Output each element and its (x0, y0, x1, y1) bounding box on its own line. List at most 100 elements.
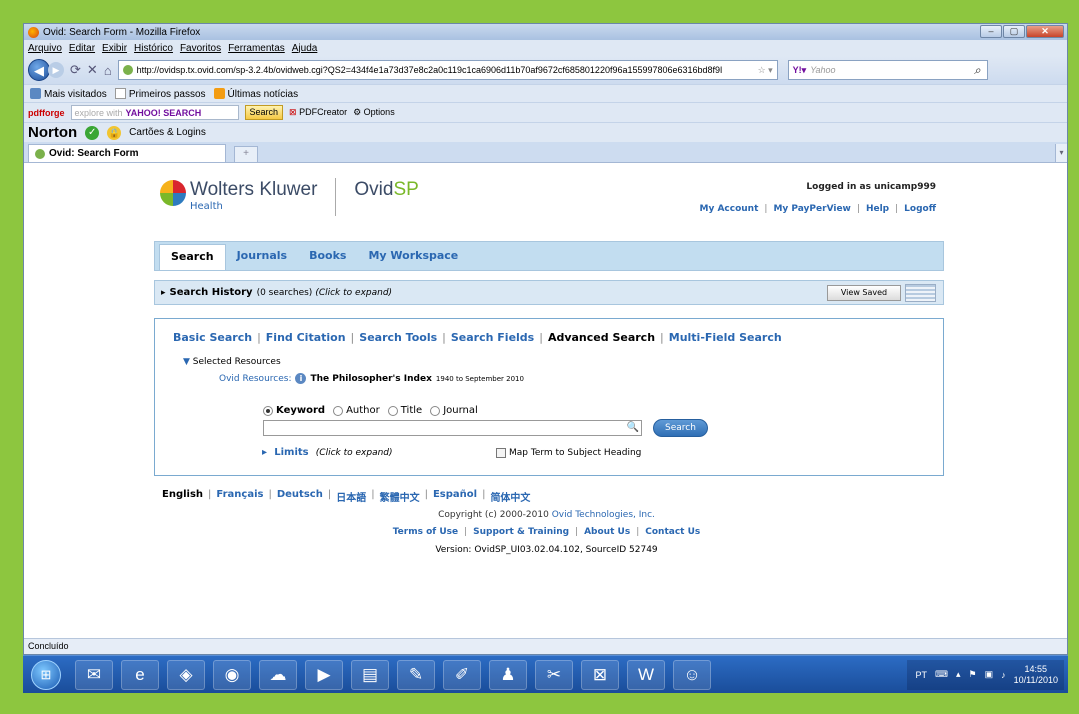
checkbox-box[interactable] (496, 448, 506, 458)
start-button[interactable]: ⊞ (31, 659, 61, 690)
taskbar-chat-icon[interactable]: ☁ (259, 659, 297, 690)
taskbar-media-icon[interactable]: ▶ (305, 659, 343, 690)
bookmark-ultimas-noticias[interactable]: Últimas notícias (213, 87, 298, 100)
flag-icon[interactable]: ⚑ (969, 669, 977, 680)
taskbar-ie-icon[interactable]: e (121, 659, 159, 690)
menu-editar[interactable]: Editar (69, 43, 95, 54)
url-bar[interactable]: http://ovidsp.tx.ovid.com/sp-3.2.4b/ovid… (117, 60, 778, 80)
taskbar-pdf-icon[interactable]: ⊠ (581, 659, 619, 690)
tab-ovid-search-form[interactable]: Ovid: Search Form (28, 144, 226, 162)
volume-icon[interactable]: ♪ (1001, 670, 1006, 680)
tab-search-fields[interactable]: Search Fields (451, 331, 534, 344)
pdfcreator-button[interactable]: ⊠ PDFCreator (289, 107, 347, 118)
stop-icon[interactable]: ✕ (87, 62, 98, 78)
tab-multi-field-search[interactable]: Multi-Field Search (669, 331, 782, 344)
lang-francais[interactable]: Français (216, 489, 263, 504)
browser-search-box[interactable]: Y!▾ Yahoo ⌕ (787, 60, 988, 80)
help-link[interactable]: Help (866, 204, 889, 214)
network-icon[interactable]: ▣ (985, 669, 994, 680)
nav-books[interactable]: Books (298, 244, 357, 270)
info-icon[interactable]: i (295, 373, 307, 384)
limits-toggle[interactable]: ▸ Limits (Click to expand) (262, 447, 393, 458)
radio-keyword[interactable]: Keyword (263, 405, 325, 416)
about-us-link[interactable]: About Us (584, 527, 630, 537)
show-hidden-icon[interactable]: ▴ (956, 669, 961, 680)
ovid-technologies-link[interactable]: Ovid Technologies, Inc. (552, 510, 655, 520)
my-payperview-link[interactable]: My PayPerView (773, 204, 850, 214)
reload-icon[interactable]: ⟳ (70, 62, 81, 78)
tab-advanced-search[interactable]: Advanced Search (548, 331, 655, 344)
tab-find-citation[interactable]: Find Citation (266, 331, 346, 344)
support-training-link[interactable]: Support & Training (473, 527, 569, 537)
lang-deutsch[interactable]: Deutsch (277, 489, 323, 504)
lang-japanese[interactable]: 日本語 (336, 489, 366, 504)
my-account-link[interactable]: My Account (700, 204, 759, 214)
tab-search-tools[interactable]: Search Tools (359, 331, 437, 344)
taskbar-tool-icon[interactable]: ✂ (535, 659, 573, 690)
norton-check-icon[interactable]: ✓ (85, 125, 100, 140)
map-term-checkbox[interactable]: Map Term to Subject Heading (496, 448, 641, 458)
search-input[interactable]: 🔍 (263, 420, 642, 436)
taskbar-messenger-icon[interactable]: ♟ (489, 659, 527, 690)
taskbar-outlook-icon[interactable]: ✉ (75, 659, 113, 690)
bookmark-star-icon[interactable]: ☆ ▾ (754, 65, 777, 76)
lang-simplified-chinese[interactable]: 简体中文 (490, 489, 530, 504)
keyboard-icon[interactable]: ⌨ (935, 669, 948, 680)
taskbar-app-icon[interactable]: ◈ (167, 659, 205, 690)
logoff-link[interactable]: Logoff (904, 204, 936, 214)
taskbar-word-icon[interactable]: W (627, 659, 665, 690)
yahoo-search-input[interactable]: explore with YAHOO! SEARCH (70, 105, 239, 120)
yahoo-search-button[interactable]: Search (244, 105, 284, 120)
taskbar-folder-icon[interactable]: ▤ (351, 659, 389, 690)
tab-basic-search[interactable]: Basic Search (173, 331, 252, 344)
cartoes-logins[interactable]: Cartões & Logins (129, 127, 206, 138)
clock[interactable]: 14:55 10/11/2010 (1014, 664, 1058, 686)
search-history-bar[interactable]: ▸ Search History (0 searches) (Click to … (154, 280, 944, 305)
radio-journal[interactable]: Journal (430, 405, 478, 416)
bookmark-mais-visitados[interactable]: Mais visitados (30, 87, 107, 100)
menu-arquivo[interactable]: Arquivo (28, 43, 62, 54)
options-button[interactable]: ⚙ Options (353, 107, 395, 118)
grid-toggle-icon[interactable] (905, 284, 936, 302)
tab-list-arrow-icon[interactable]: ▾ (1055, 144, 1067, 162)
close-button[interactable]: ✕ (1026, 25, 1064, 38)
nav-my-workspace[interactable]: My Workspace (357, 244, 469, 270)
search-icon[interactable]: ⌕ (974, 63, 981, 78)
search-button[interactable]: Search (653, 419, 708, 437)
lang-english[interactable]: English (162, 489, 203, 504)
nav-search[interactable]: Search (159, 244, 226, 270)
new-tab-button[interactable]: + (234, 146, 258, 162)
radio-author[interactable]: Author (333, 405, 380, 416)
norton-logo[interactable]: Norton (28, 124, 77, 141)
bookmark-primeiros-passos[interactable]: Primeiros passos (114, 87, 206, 100)
lang-espanol[interactable]: Español (433, 489, 477, 504)
view-saved-button[interactable]: View Saved (827, 285, 901, 301)
taskbar-users-icon[interactable]: ☺ (673, 659, 711, 690)
status-bar: Concluído (24, 638, 1067, 654)
contact-us-link[interactable]: Contact Us (645, 527, 700, 537)
radio-title[interactable]: Title (387, 405, 422, 416)
nav-journals[interactable]: Journals (226, 244, 298, 270)
selected-resources[interactable]: ▼ Selected Resources (183, 357, 281, 367)
lang-traditional-chinese[interactable]: 繁體中文 (380, 489, 420, 504)
home-icon[interactable]: ⌂ (104, 63, 112, 78)
menu-historico[interactable]: Histórico (134, 43, 173, 54)
back-button[interactable]: ◀ (28, 59, 50, 81)
language-indicator[interactable]: PT (915, 670, 927, 680)
maximize-button[interactable]: ▢ (1003, 25, 1025, 38)
menu-favoritos[interactable]: Favoritos (180, 43, 221, 54)
taskbar-paint2-icon[interactable]: ✐ (443, 659, 481, 690)
addons-toolbar: pdfforge explore with YAHOO! SEARCH Sear… (24, 102, 1067, 122)
options-label: Options (363, 107, 395, 117)
ovid-resources-label[interactable]: Ovid Resources: (219, 374, 291, 384)
menu-exibir[interactable]: Exibir (102, 43, 127, 54)
taskbar-paint-icon[interactable]: ✎ (397, 659, 435, 690)
terms-of-use-link[interactable]: Terms of Use (393, 527, 458, 537)
minimize-button[interactable]: – (980, 25, 1002, 38)
forward-button[interactable]: ▶ (48, 62, 64, 78)
footer-links: Terms of Use | Support & Training | About … (392, 527, 701, 537)
pdfforge-logo[interactable]: pdfforge (28, 108, 65, 118)
menu-ferramentas[interactable]: Ferramentas (228, 43, 285, 54)
taskbar-firefox-icon[interactable]: ◉ (213, 659, 251, 690)
menu-ajuda[interactable]: Ajuda (292, 43, 318, 54)
